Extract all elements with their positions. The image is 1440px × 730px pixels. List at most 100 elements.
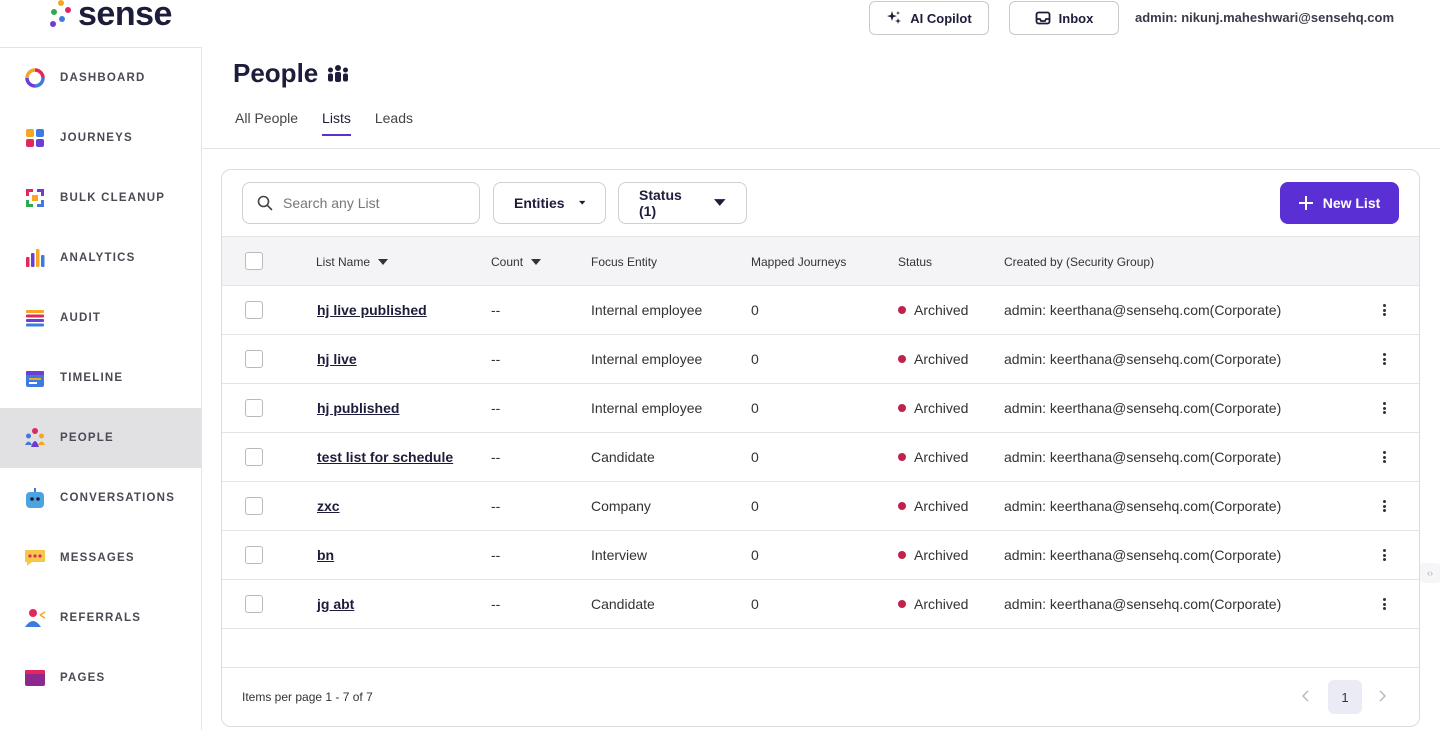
sidebar-item-label: PAGES [60, 672, 106, 684]
list-name-link[interactable]: zxc [317, 498, 340, 514]
search-input[interactable] [283, 195, 463, 211]
status-cell: Archived [898, 400, 968, 416]
sidebar-item-messages[interactable]: MESSAGES [0, 528, 201, 588]
select-all-checkbox[interactable] [245, 252, 263, 270]
row-checkbox[interactable] [245, 497, 263, 515]
status-dropdown-label: Status (1) [639, 187, 682, 219]
mapped-journeys-cell: 0 [751, 449, 759, 465]
table-footer: Items per page 1 - 7 of 7 1 [222, 667, 1419, 726]
list-name-link[interactable]: jg abt [317, 596, 354, 612]
created-by-cell: admin: keerthana@sensehq.com(Corporate) [1004, 351, 1282, 367]
row-checkbox[interactable] [245, 399, 263, 417]
row-checkbox[interactable] [245, 595, 263, 613]
focus-entity-cell: Internal employee [591, 400, 703, 416]
ai-copilot-label: AI Copilot [910, 10, 972, 26]
status-dropdown[interactable]: Status (1) [618, 182, 747, 224]
sidebar-item-analytics[interactable]: ANALYTICS [0, 228, 201, 288]
new-list-button[interactable]: New List [1280, 182, 1399, 224]
row-actions-kebab-icon[interactable] [1380, 400, 1388, 416]
list-name-link[interactable]: bn [317, 547, 334, 563]
tab-lists[interactable]: Lists [322, 110, 351, 136]
status-text: Archived [914, 498, 969, 514]
sidebar-item-timeline[interactable]: TIMELINE [0, 348, 201, 408]
status-cell: Archived [898, 351, 968, 367]
top-bar: sense AI Copilot Inbox admin: nikunj.mah… [0, 0, 1440, 47]
table-row: bn -- Interview 0 Archived admin: keerth… [222, 531, 1419, 580]
entities-dropdown[interactable]: Entities [493, 182, 606, 224]
mapped-journeys-cell: 0 [751, 498, 759, 514]
column-header-list-name[interactable]: List Name [316, 255, 389, 269]
inbox-button[interactable]: Inbox [1009, 1, 1119, 35]
sidebar-item-audit[interactable]: AUDIT [0, 288, 201, 348]
prev-page-chevron-icon[interactable] [1295, 686, 1315, 706]
tab-all-people[interactable]: All People [235, 110, 298, 136]
focus-entity-cell: Interview [591, 547, 648, 563]
list-name-link[interactable]: hj live [317, 351, 357, 367]
plus-icon [1298, 196, 1313, 210]
list-name-link[interactable]: hj published [317, 400, 399, 416]
status-cell: Archived [898, 449, 968, 465]
table-row: hj live -- Internal employee 0 Archived … [222, 335, 1419, 384]
row-checkbox[interactable] [245, 350, 263, 368]
status-text: Archived [914, 547, 969, 563]
sidebar-item-label: MESSAGES [60, 552, 135, 564]
people-icon [24, 427, 46, 449]
count-cell: -- [491, 449, 501, 465]
created-by-cell: admin: keerthana@sensehq.com(Corporate) [1004, 302, 1282, 318]
list-name-link[interactable]: test list for schedule [317, 449, 453, 465]
row-actions-kebab-icon[interactable] [1380, 351, 1388, 367]
dashboard-ring-icon [24, 67, 46, 89]
next-page-chevron-icon[interactable] [1373, 686, 1393, 706]
status-text: Archived [914, 449, 969, 465]
sidebar-item-referrals[interactable]: REFERRALS [0, 588, 201, 648]
status-dot-icon [898, 502, 906, 510]
table-header: List Name Count Focus Entity Mapped Jour… [222, 236, 1419, 286]
tab-leads[interactable]: Leads [375, 110, 413, 136]
status-dot-icon [898, 453, 906, 461]
audit-list-icon [24, 307, 46, 329]
row-checkbox[interactable] [245, 546, 263, 564]
list-name-link[interactable]: hj live published [317, 302, 427, 318]
row-checkbox[interactable] [245, 301, 263, 319]
sense-logo[interactable]: sense [48, 0, 172, 31]
row-actions-kebab-icon[interactable] [1380, 449, 1388, 465]
status-dot-icon [898, 355, 906, 363]
admin-user-label[interactable]: admin: nikunj.maheshwari@sensehq.com [1135, 10, 1394, 25]
sidebar-item-conversations[interactable]: CONVERSATIONS [0, 468, 201, 528]
tabs-divider [202, 148, 1440, 149]
search-icon [257, 195, 273, 211]
page-title-text: People [233, 58, 319, 88]
bulk-cleanup-arrows-icon [24, 187, 46, 209]
sidebar-item-bulk-cleanup[interactable]: BULK CLEANUP [0, 168, 201, 228]
page-number-button[interactable]: 1 [1328, 680, 1362, 714]
collapse-panel-handle-icon[interactable]: ‹› [1420, 563, 1440, 583]
created-by-cell: admin: keerthana@sensehq.com(Corporate) [1004, 498, 1282, 514]
row-actions-kebab-icon[interactable] [1380, 498, 1388, 514]
search-box[interactable] [242, 182, 480, 224]
logo-wordmark: sense [78, 0, 172, 33]
column-header-status: Status [898, 255, 933, 269]
inbox-label: Inbox [1058, 10, 1094, 26]
sidebar-item-label: TIMELINE [60, 372, 124, 384]
sidebar-item-journeys[interactable]: JOURNEYS [0, 108, 201, 168]
mapped-journeys-cell: 0 [751, 547, 759, 563]
row-actions-kebab-icon[interactable] [1380, 302, 1388, 318]
mapped-journeys-cell: 0 [751, 302, 759, 318]
sidebar-item-pages[interactable]: PAGES [0, 648, 201, 708]
status-dot-icon [898, 551, 906, 559]
sidebar-item-dashboard[interactable]: DASHBOARD [0, 48, 201, 108]
column-header-label: List Name [316, 255, 371, 269]
row-actions-kebab-icon[interactable] [1380, 547, 1388, 563]
caret-down-icon [714, 199, 726, 206]
column-header-count[interactable]: Count [491, 255, 542, 269]
status-text: Archived [914, 351, 969, 367]
column-header-label: Count [491, 255, 524, 269]
status-dot-icon [898, 306, 906, 314]
row-actions-kebab-icon[interactable] [1380, 596, 1388, 612]
inbox-tray-icon [1035, 11, 1051, 25]
row-checkbox[interactable] [245, 448, 263, 466]
ai-copilot-button[interactable]: AI Copilot [869, 1, 989, 35]
sparkle-icon [887, 11, 902, 24]
sidebar-item-people[interactable]: PEOPLE [0, 408, 201, 468]
sort-caret-icon [531, 259, 542, 265]
